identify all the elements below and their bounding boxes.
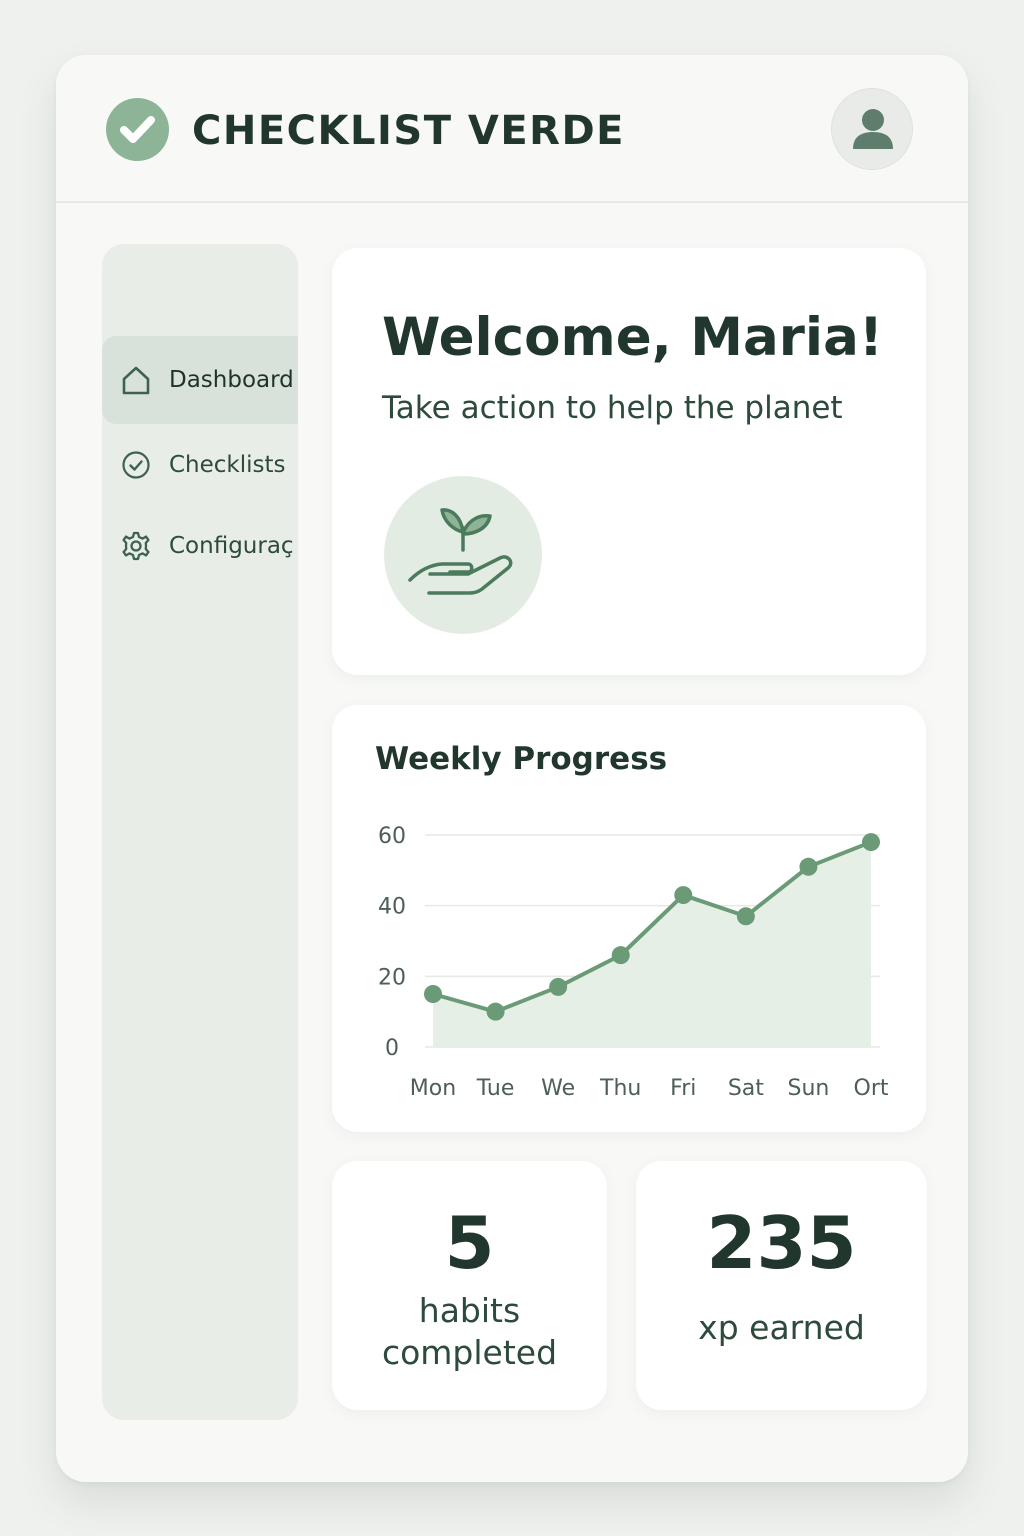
xp-label: xp earned — [698, 1308, 865, 1347]
welcome-card: Welcome, Maria! Take action to help the … — [332, 248, 926, 675]
gear-icon — [122, 531, 150, 561]
habits-label-line1: habits — [418, 1291, 521, 1330]
habits-label-line2: completed — [381, 1333, 558, 1372]
user-avatar-button[interactable] — [831, 88, 913, 170]
welcome-subtitle: Take action to help the planet — [382, 390, 843, 426]
welcome-title: Welcome, Maria! — [382, 307, 884, 368]
sidebar-item-label: Checklists — [169, 452, 286, 478]
x-tick-label: Sat — [728, 1076, 764, 1101]
x-tick-label: Sun — [787, 1076, 829, 1101]
data-point — [486, 1002, 505, 1021]
x-tick-label: Mon — [410, 1076, 456, 1101]
weekly-progress-card: Weekly Progress 0 20 40 60 Mon Tue We Thu Fri Sat… — [332, 705, 926, 1132]
y-tick-label: 0 — [385, 1036, 399, 1061]
data-point — [549, 977, 568, 996]
data-point — [799, 857, 818, 876]
habits-count: 5 — [444, 1201, 495, 1285]
habits-stat-card: 5 habits completed — [332, 1161, 607, 1410]
check-circle-icon — [106, 98, 169, 161]
xp-stat-card: 235 xp earned — [636, 1161, 927, 1410]
app-window: CHECKLIST VERDE Dashboard Checklists Con… — [56, 55, 968, 1482]
home-icon — [122, 366, 150, 395]
check-circle-icon — [122, 451, 150, 479]
header: CHECKLIST VERDE — [56, 55, 968, 203]
xp-count: 235 — [706, 1201, 857, 1285]
seedling-in-hand-icon — [384, 476, 542, 634]
x-tick-label: Ort — [854, 1076, 889, 1101]
sidebar-item-dashboard[interactable]: Dashboard — [102, 336, 298, 424]
x-tick-label: Fri — [670, 1076, 696, 1101]
app-title: CHECKLIST VERDE — [192, 108, 626, 154]
sidebar-item-label: Configuraç — [169, 533, 294, 559]
sidebar: Dashboard Checklists Configuraç — [102, 244, 298, 1420]
data-point — [862, 833, 880, 852]
weekly-progress-chart: 0 20 40 60 Mon Tue We Thu Fri Sat Sun Ort — [378, 824, 889, 1101]
x-tick-label: Tue — [476, 1076, 515, 1101]
sidebar-item-label: Dashboard — [169, 367, 294, 393]
x-tick-label: Thu — [599, 1076, 641, 1101]
y-tick-label: 40 — [378, 895, 406, 920]
data-point — [674, 886, 693, 905]
y-tick-label: 60 — [378, 824, 406, 849]
sidebar-item-settings[interactable]: Configuraç — [102, 502, 298, 590]
data-point — [611, 946, 630, 965]
user-icon — [853, 109, 893, 149]
y-tick-label: 20 — [378, 965, 406, 990]
x-tick-label: We — [541, 1076, 575, 1101]
data-point — [736, 907, 755, 926]
data-point — [424, 985, 442, 1003]
sidebar-item-checklists[interactable]: Checklists — [102, 421, 298, 509]
